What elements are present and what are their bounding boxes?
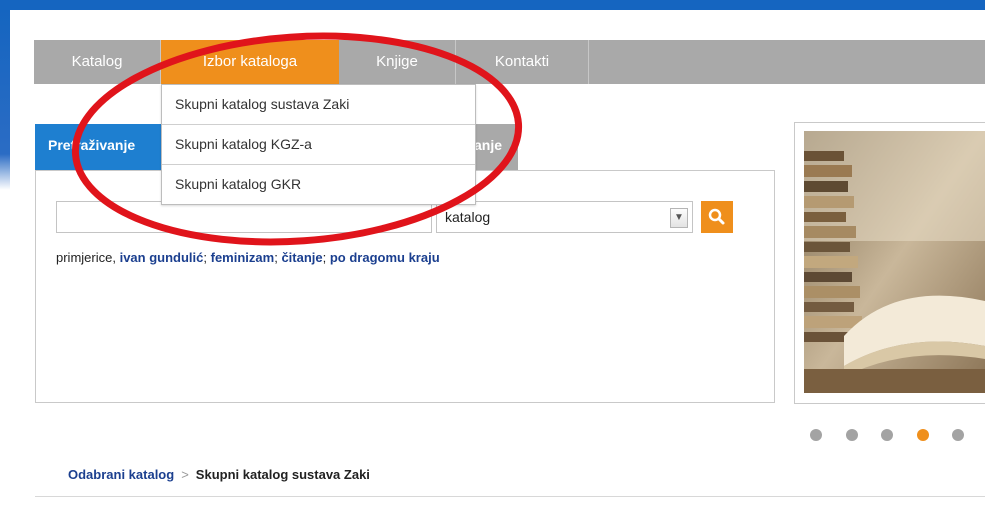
search-input[interactable] xyxy=(56,201,432,233)
carousel-dot-5[interactable] xyxy=(952,429,964,441)
catalog-dropdown-menu: Skupni katalog sustava Zaki Skupni katal… xyxy=(161,84,476,205)
example-link-4[interactable]: po dragomu kraju xyxy=(330,250,440,265)
example-link-3[interactable]: čitanje xyxy=(281,250,322,265)
search-examples: primjerice, ivan gundulić; feminizam; či… xyxy=(56,250,440,265)
carousel-dot-1[interactable] xyxy=(810,429,822,441)
left-edge-decoration xyxy=(0,10,10,190)
carousel-dot-2[interactable] xyxy=(846,429,858,441)
example-link-2[interactable]: feminizam xyxy=(211,250,275,265)
main-nav: Katalog Izbor kataloga Knjige Kontakti xyxy=(34,40,985,84)
breadcrumb-current: Skupni katalog sustava Zaki xyxy=(195,467,370,482)
dropdown-item-gkr[interactable]: Skupni katalog GKR xyxy=(162,165,475,204)
nav-item-knjige[interactable]: Knjige xyxy=(339,40,456,84)
nav-item-kontakti[interactable]: Kontakti xyxy=(456,40,588,84)
top-bar xyxy=(0,0,985,10)
divider xyxy=(35,496,985,497)
search-button[interactable] xyxy=(701,201,733,233)
chevron-down-icon[interactable]: ▼ xyxy=(670,208,688,228)
example-link-1[interactable]: ivan gundulić xyxy=(120,250,204,265)
dropdown-item-zaki[interactable]: Skupni katalog sustava Zaki xyxy=(162,85,475,125)
breadcrumb: Odabrani katalog > Skupni katalog sustava … xyxy=(68,467,370,482)
nav-item-katalog[interactable]: Katalog xyxy=(34,40,161,84)
tab-secondary[interactable]: anje xyxy=(474,124,518,170)
carousel-dot-3[interactable] xyxy=(881,429,893,441)
search-icon xyxy=(708,208,725,225)
nav-divider xyxy=(588,40,589,84)
carousel-dot-4[interactable] xyxy=(917,429,929,441)
dropdown-item-kgz[interactable]: Skupni katalog KGZ-a xyxy=(162,125,475,165)
books-banner-image xyxy=(804,131,985,393)
examples-prefix: primjerice, xyxy=(56,250,116,265)
breadcrumb-separator: > xyxy=(181,467,189,482)
catalog-select[interactable]: katalog ▼ xyxy=(436,201,693,233)
tab-pretrazivanje[interactable]: Pretraživanje xyxy=(35,124,162,170)
nav-item-izbor-kataloga[interactable]: Izbor kataloga xyxy=(161,40,339,84)
breadcrumb-link[interactable]: Odabrani katalog xyxy=(68,467,174,482)
catalog-select-value: katalog xyxy=(445,209,491,225)
